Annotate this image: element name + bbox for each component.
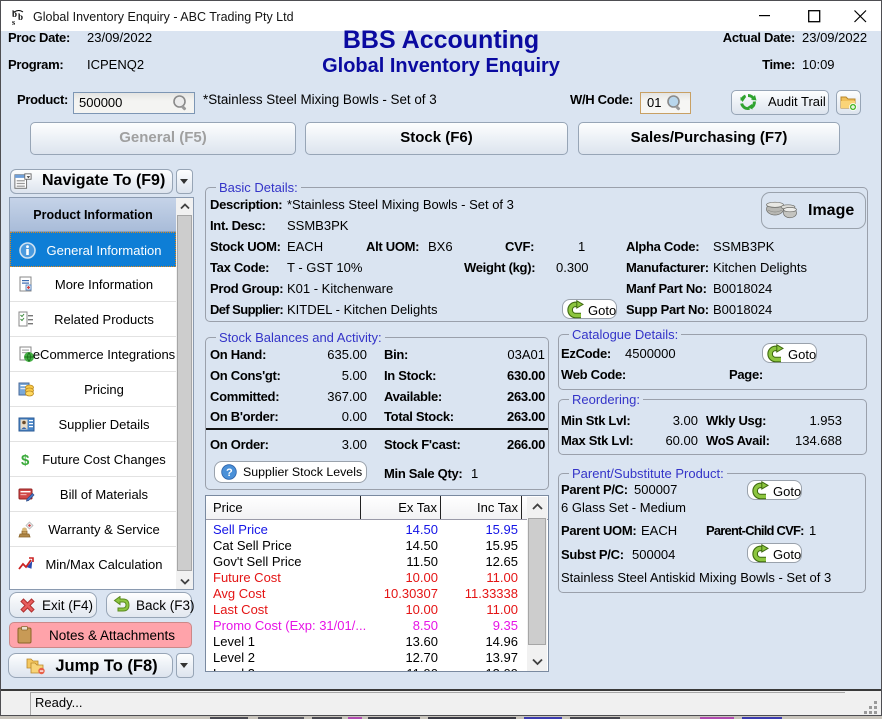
svg-text:s: s xyxy=(12,18,15,26)
svg-text:?: ? xyxy=(226,467,233,479)
svg-text:b: b xyxy=(18,12,23,22)
svg-text:$: $ xyxy=(21,452,30,468)
